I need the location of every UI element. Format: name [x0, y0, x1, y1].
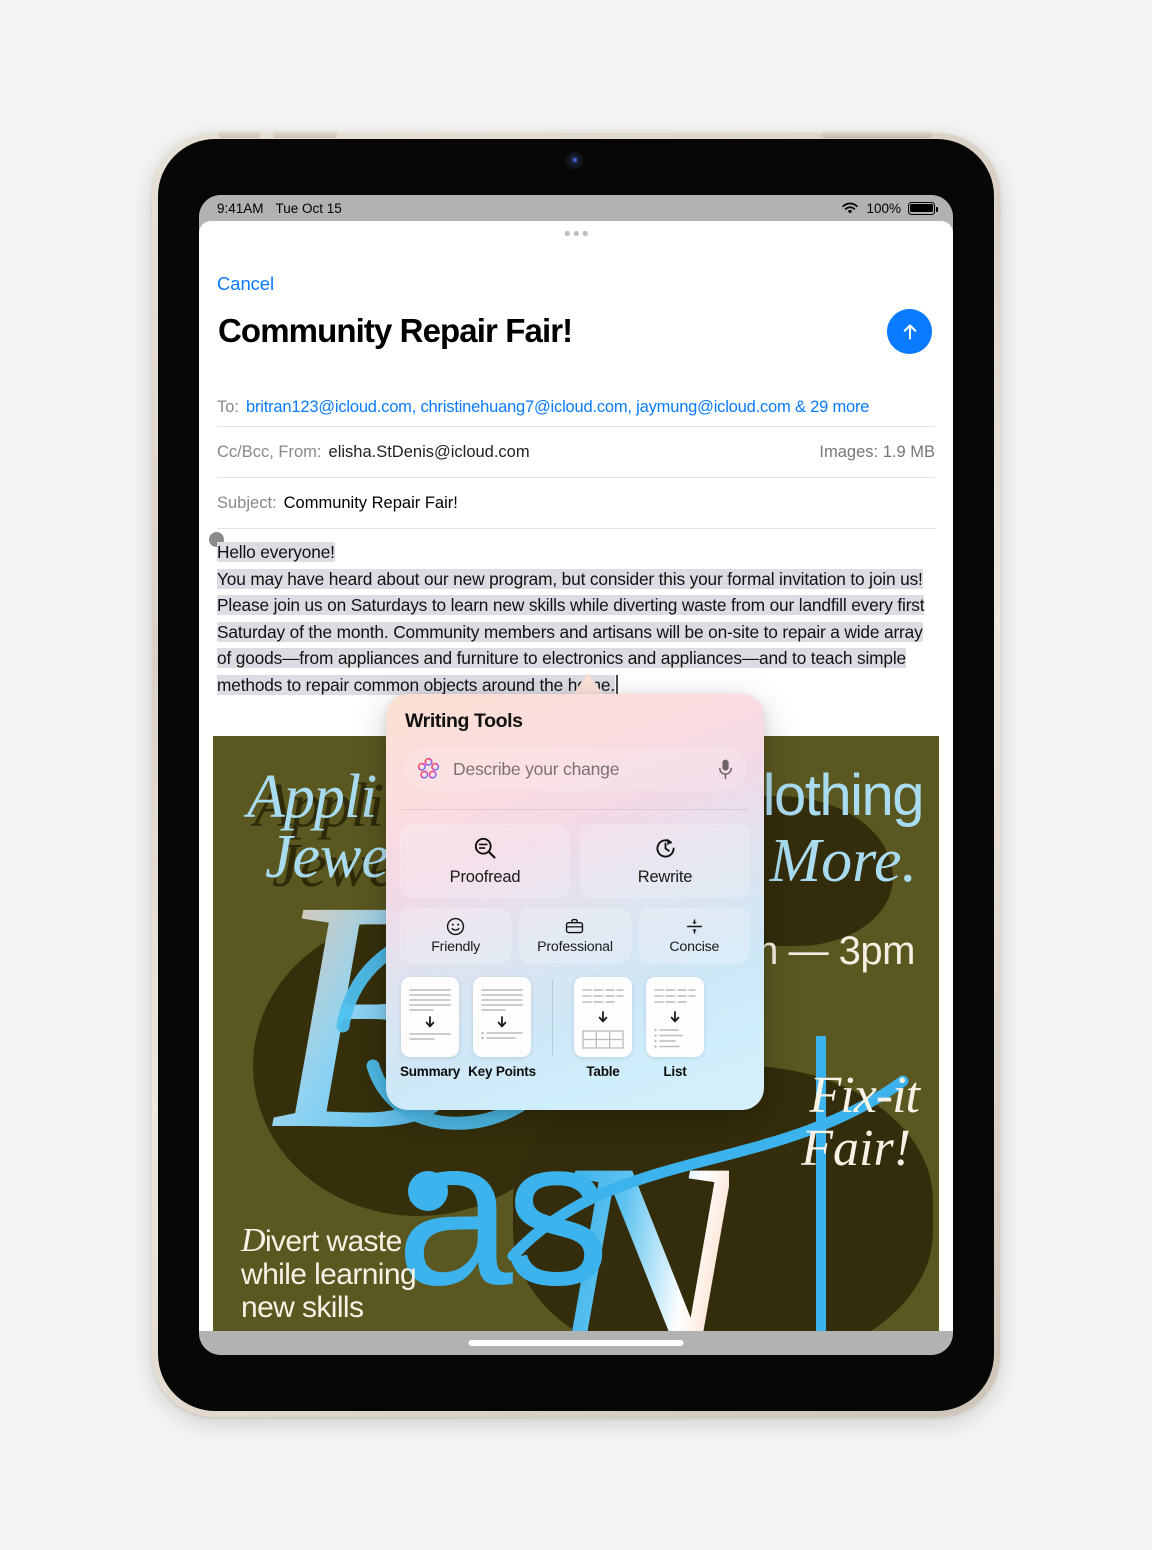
rewrite-button[interactable]: Rewrite	[580, 824, 750, 898]
text-caret	[616, 674, 618, 694]
briefcase-icon	[566, 918, 584, 934]
structure-group: Table List	[573, 977, 705, 1079]
body-greeting: Hello everyone!	[217, 542, 335, 562]
status-date: Tue Oct 15	[275, 200, 342, 216]
apple-intelligence-icon	[417, 757, 440, 779]
friendly-button[interactable]: Friendly	[400, 908, 512, 963]
poster-tagline-line3: new skills	[241, 1291, 364, 1324]
poster-tagline-line1: ivert waste	[264, 1225, 402, 1258]
key-points-label: Key Points	[468, 1064, 536, 1079]
document-actions-row: Summary Key Points Table List	[400, 977, 750, 1087]
home-indicator[interactable]	[468, 1340, 684, 1346]
poster-word-as: as	[396, 1094, 610, 1329]
to-recipients[interactable]: britran123@icloud.com, christinehuang7@i…	[246, 398, 869, 417]
mail-body-text[interactable]: Hello everyone! You may have heard about…	[217, 539, 939, 699]
primary-actions-row: Proofread Rewrite	[400, 824, 750, 898]
ccbcc-from-label: Cc/Bcc, From:	[217, 442, 322, 461]
concise-label: Concise	[669, 939, 720, 955]
arrow-up-icon	[903, 323, 916, 340]
send-button[interactable]	[887, 309, 932, 354]
describe-change-input[interactable]: Describe your change	[402, 746, 748, 792]
smiley-face-icon	[446, 917, 465, 936]
body-paragraph: You may have heard about our new program…	[217, 568, 925, 695]
professional-button[interactable]: Professional	[519, 908, 631, 963]
table-label: Table	[586, 1064, 620, 1079]
poster-tagline: Divert waste while learning new skills	[241, 1222, 417, 1325]
subject-value[interactable]: Community Repair Fair!	[284, 494, 458, 513]
divide-icon	[686, 919, 702, 934]
poster-text-fair: Fair!	[801, 1120, 911, 1177]
poster-text-fixit: Fix-it	[809, 1067, 920, 1124]
power-button[interactable]	[822, 130, 932, 138]
to-label: To:	[217, 398, 240, 416]
poster-text-jewelry: Jewe	[265, 823, 389, 891]
list-label: List	[663, 1064, 687, 1079]
from-address: elisha.StDenis@icloud.com	[328, 442, 530, 461]
wifi-icon	[842, 202, 859, 214]
magnifier-proofread-icon	[474, 837, 496, 859]
writing-tools-popover: Writing Tools Describe your change Proof…	[386, 694, 764, 1110]
rewrite-clock-icon	[655, 838, 675, 858]
to-field-row[interactable]: To: britran123@icloud.com, christinehuan…	[217, 389, 935, 427]
microphone-icon[interactable]	[717, 758, 734, 781]
ccbcc-from-row[interactable]: Cc/Bcc, From: elisha.StDenis@icloud.com …	[217, 427, 935, 478]
ccbcc-left[interactable]: Cc/Bcc, From: elisha.StDenis@icloud.com	[217, 443, 530, 462]
images-label: Images:	[819, 442, 879, 461]
front-camera	[567, 153, 582, 168]
proofread-button[interactable]: Proofread	[400, 824, 570, 898]
rewrite-label: Rewrite	[637, 868, 693, 886]
page-title: Community Repair Fair!	[218, 312, 573, 349]
key-points-doc-icon	[473, 977, 531, 1057]
volume-down-button[interactable]	[273, 131, 337, 138]
subject-label: Subject:	[217, 493, 277, 512]
professional-label: Professional	[537, 939, 613, 955]
summary-label: Summary	[399, 1064, 461, 1079]
status-bar-right: 100%	[841, 200, 938, 216]
poster-tagline-line2: while learning	[241, 1258, 417, 1291]
status-time: 9:41AM	[217, 200, 264, 216]
status-bar: 9:41AM Tue Oct 15 100%	[199, 195, 953, 221]
volume-up-button[interactable]	[218, 131, 260, 138]
key-points-button[interactable]: Key Points	[468, 977, 536, 1079]
summary-button[interactable]: Summary	[400, 977, 460, 1079]
poster-text-clothing: lothing	[762, 763, 925, 828]
battery-icon	[908, 201, 938, 215]
status-bar-left: 9:41AM Tue Oct 15	[217, 201, 342, 216]
describe-change-placeholder: Describe your change	[453, 758, 620, 779]
cancel-button[interactable]: Cancel	[217, 273, 274, 295]
document-group-separator	[552, 979, 553, 1057]
summarize-group: Summary Key Points	[400, 977, 536, 1079]
table-button[interactable]: Table	[573, 977, 633, 1079]
images-size-group: Images: 1.9 MB	[819, 443, 935, 462]
table-doc-icon	[574, 977, 632, 1057]
popover-divider	[402, 809, 748, 810]
friendly-label: Friendly	[431, 939, 481, 955]
tone-actions-row: Friendly Professional Concise	[400, 908, 750, 963]
proofread-label: Proofread	[449, 868, 521, 886]
list-doc-icon	[646, 977, 704, 1057]
battery-percent: 100%	[866, 200, 901, 216]
list-button[interactable]: List	[645, 977, 705, 1079]
concise-button[interactable]: Concise	[638, 908, 750, 963]
poster-text-more: More.	[769, 827, 918, 895]
summary-doc-icon	[401, 977, 459, 1057]
poster-tagline-initial: D	[241, 1222, 266, 1259]
writing-tools-title: Writing Tools	[405, 710, 523, 732]
screenshot-root: 9:41AM Tue Oct 15 100% Cancel Community …	[0, 0, 1152, 1550]
subject-field-row[interactable]: Subject: Community Repair Fair!	[217, 478, 935, 529]
sheet-grabber[interactable]	[564, 231, 588, 236]
images-size: 1.9 MB	[882, 442, 935, 461]
